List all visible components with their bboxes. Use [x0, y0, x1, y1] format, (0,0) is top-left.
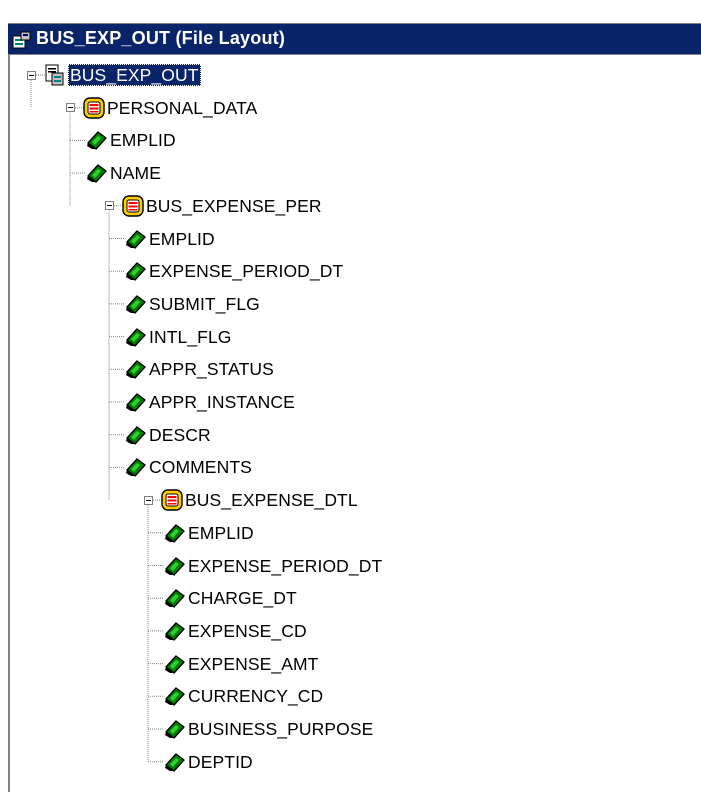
file-layout-window: BUS_EXP_OUT (File Layout) BUS_EXP_OUT PER…	[8, 23, 701, 792]
tree-view[interactable]: BUS_EXP_OUT PERSONAL_DATA EMPLID NAME BUS_EX…	[8, 54, 701, 792]
field-icon	[165, 752, 185, 772]
personal-data-collapse-toggle[interactable]	[65, 103, 75, 113]
title-bar[interactable]: BUS_EXP_OUT (File Layout)	[8, 23, 701, 54]
field-icon	[87, 164, 107, 183]
field-icon	[126, 262, 146, 281]
field-icon	[126, 393, 146, 412]
tree-field-item[interactable]: NAME	[110, 162, 161, 184]
tree-field-item[interactable]: EMPLID	[149, 228, 215, 250]
tree-record-bus-expense-dtl[interactable]: BUS_EXPENSE_DTL	[185, 489, 358, 511]
tree-field-item[interactable]: EMPLID	[110, 129, 176, 151]
field-icon	[165, 589, 185, 608]
file-layout-icon	[12, 31, 31, 49]
tree-record-personal-data[interactable]: PERSONAL_DATA	[107, 97, 257, 119]
field-icon	[165, 622, 185, 641]
field-icon	[126, 425, 146, 445]
field-icon	[165, 524, 185, 543]
root-collapse-toggle[interactable]	[26, 70, 36, 80]
field-icon	[165, 687, 185, 706]
tree-field-item[interactable]: EXPENSE_AMT	[188, 653, 318, 675]
tree-field-item[interactable]: INTL_FLG	[149, 326, 232, 348]
field-icon	[126, 360, 146, 379]
window-title: BUS_EXP_OUT (File Layout)	[36, 28, 286, 48]
tree-record-bus-expense-per[interactable]: BUS_EXPENSE_PER	[146, 195, 322, 217]
field-icon	[126, 327, 146, 347]
tree-field-item[interactable]: CHARGE_DT	[188, 587, 297, 609]
tree-field-item[interactable]: COMMENTS	[149, 456, 252, 478]
record-icon	[122, 195, 144, 217]
tree-field-item[interactable]: APPR_INSTANCE	[149, 391, 295, 413]
field-icon	[165, 556, 185, 576]
tree-field-item[interactable]: BUSINESS_PURPOSE	[188, 718, 373, 740]
tree-field-item[interactable]: DEPTID	[188, 751, 253, 773]
tree-field-item[interactable]: EXPENSE_PERIOD_DT	[188, 555, 382, 577]
bus-expense-per-collapse-toggle[interactable]	[104, 201, 114, 211]
tree-field-item[interactable]: SUBMIT_FLG	[149, 293, 260, 315]
field-icon	[126, 458, 146, 478]
record-icon	[161, 489, 183, 511]
record-icon	[83, 96, 105, 119]
tree-field-item[interactable]: EMPLID	[188, 522, 254, 544]
file-layout-icon	[45, 64, 64, 86]
field-icon	[165, 720, 185, 739]
bus-expense-dtl-collapse-toggle[interactable]	[143, 495, 153, 505]
field-icon	[87, 131, 107, 151]
tree-root-item[interactable]: BUS_EXP_OUT	[68, 64, 201, 86]
tree-field-item[interactable]: DESCR	[149, 424, 211, 446]
field-icon	[126, 229, 146, 249]
tree-field-item[interactable]: EXPENSE_PERIOD_DT	[149, 260, 343, 282]
tree-field-item[interactable]: APPR_STATUS	[149, 358, 274, 380]
tree-field-item[interactable]: EXPENSE_CD	[188, 620, 307, 642]
field-icon	[165, 654, 185, 674]
tree-field-item[interactable]: CURRENCY_CD	[188, 685, 323, 707]
field-icon	[126, 295, 146, 314]
